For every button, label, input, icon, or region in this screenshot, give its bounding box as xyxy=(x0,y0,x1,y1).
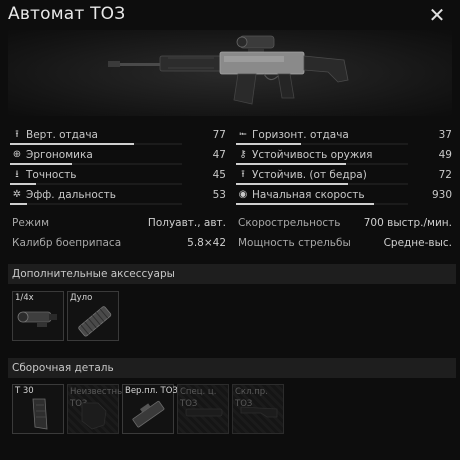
scope-icon xyxy=(17,311,57,327)
stat-bar xyxy=(10,163,182,165)
stat-bar xyxy=(236,183,408,185)
stat-bar-fill xyxy=(10,183,36,185)
caliber-value: 5.8×42 xyxy=(187,237,226,249)
unknown-part-icon xyxy=(81,402,107,430)
stat-row-durability: ⚷ Устойчивость оружия 49 xyxy=(234,146,452,166)
effective-range-icon: ✲ xyxy=(12,189,22,200)
fire-mode-value: Полуавт., авт. xyxy=(147,217,226,229)
stat-label: Эргономика xyxy=(26,149,93,161)
stat-label: Эфф. дальность xyxy=(26,189,116,201)
stat-bar-fill xyxy=(236,143,302,145)
ergonomics-icon: ⊕ xyxy=(12,149,22,160)
accuracy-icon: ⭳ xyxy=(15,169,19,180)
recoil-horizontal-icon: ⭰ xyxy=(239,129,247,140)
stat-bar-fill xyxy=(10,163,72,165)
special-barrel-icon xyxy=(185,408,223,417)
stat-bar-fill xyxy=(236,203,374,205)
window-title: Автомат ТОЗ xyxy=(8,4,126,24)
stat-bar-fill xyxy=(236,183,348,185)
stat-row-effective-range: ✲ Эфф. дальность 53 xyxy=(8,186,226,206)
stat-row-recoil-vertical: ⭱ Верт. отдача 77 xyxy=(8,126,226,146)
stat-bar xyxy=(236,203,408,205)
fire-mode-row: Режим Полуавт., авт. xyxy=(8,214,226,232)
muzzle-velocity-icon: ◉ xyxy=(238,189,248,200)
stat-bar xyxy=(10,203,182,205)
fire-rate-value: 700 выстр./мин. xyxy=(363,217,452,229)
stat-bar-fill xyxy=(10,203,28,205)
stat-value: 72 xyxy=(438,169,452,181)
fire-mode-label: Режим xyxy=(12,217,49,229)
caliber-row: Калибр боеприпаса 5.8×42 xyxy=(8,234,226,252)
stat-label: Точность xyxy=(26,169,77,181)
weapon-inspect-window: Автомат ТОЗ ✕ ⭱ Верт. отдача 77 ⊕ Эргоно… xyxy=(0,0,460,460)
accessories-header: Дополнительные аксессуары xyxy=(8,264,456,284)
rifle-illustration xyxy=(108,35,349,105)
stat-row-hipfire-stability: ⭱ Устойчив. (от бедра) 72 xyxy=(234,166,452,186)
accessory-slot-muzzle[interactable]: Дуло xyxy=(67,291,119,341)
assembly-slot-folding-stock[interactable]: Скл.пр. ТОЗ xyxy=(232,384,284,434)
durability-icon: ⚷ xyxy=(239,149,247,160)
stat-value: 47 xyxy=(212,149,226,161)
stat-bar-fill xyxy=(10,143,134,145)
recoil-vertical-icon: ⭱ xyxy=(15,129,19,140)
stat-value: 930 xyxy=(431,189,452,201)
stat-label: Устойчивость оружия xyxy=(252,149,373,161)
weapon-preview-image xyxy=(8,30,452,116)
assembly-header: Сборочная деталь xyxy=(8,358,456,378)
close-icon[interactable]: ✕ xyxy=(428,5,446,25)
fire-power-row: Мощность стрельбы Средне-выс. xyxy=(234,234,452,252)
stat-value: 49 xyxy=(438,149,452,161)
assembly-slot-upper[interactable]: Вер.пл. ТОЗ xyxy=(122,384,178,434)
fire-rate-label: Скорострельность xyxy=(238,217,341,229)
folding-stock-icon xyxy=(240,406,278,418)
barrel-shroud-icon xyxy=(78,306,112,337)
stat-row-recoil-horizontal: ⭰ Горизонт. отдача 37 xyxy=(234,126,452,146)
stat-bar xyxy=(236,143,408,145)
stat-row-muzzle-velocity: ◉ Начальная скорость 930 xyxy=(234,186,452,206)
assembly-slot-magazine[interactable]: Т 30 xyxy=(12,384,64,434)
stat-label: Начальная скорость xyxy=(252,189,365,201)
assembly-slot-unknown[interactable]: Неизвестный ТОЗ xyxy=(67,384,129,434)
stat-bar xyxy=(10,143,182,145)
caliber-label: Калибр боеприпаса xyxy=(12,237,122,249)
hipfire-stability-icon: ⭱ xyxy=(241,169,245,180)
assembly-slot-special-barrel[interactable]: Спец. ц. ТОЗ xyxy=(177,384,229,434)
stat-value: 53 xyxy=(212,189,226,201)
stat-label: Горизонт. отдача xyxy=(252,129,349,141)
stat-bar-fill xyxy=(236,163,347,165)
magazine-icon xyxy=(32,398,48,430)
stat-label: Верт. отдача xyxy=(26,129,98,141)
stat-value: 45 xyxy=(212,169,226,181)
stat-label: Устойчив. (от бедра) xyxy=(252,169,367,181)
stat-row-accuracy: ⭳ Точность 45 xyxy=(8,166,226,186)
stat-bar xyxy=(236,163,408,165)
fire-power-value: Средне-выс. xyxy=(383,237,452,249)
fire-power-label: Мощность стрельбы xyxy=(238,237,351,249)
accessory-slot-scope[interactable]: 1/4x xyxy=(12,291,64,341)
upper-receiver-icon xyxy=(132,400,165,428)
stat-row-ergonomics: ⊕ Эргономика 47 xyxy=(8,146,226,166)
stat-value: 37 xyxy=(438,129,452,141)
fire-rate-row: Скорострельность 700 выстр./мин. xyxy=(234,214,452,232)
stat-bar xyxy=(10,183,182,185)
stat-value: 77 xyxy=(212,129,226,141)
